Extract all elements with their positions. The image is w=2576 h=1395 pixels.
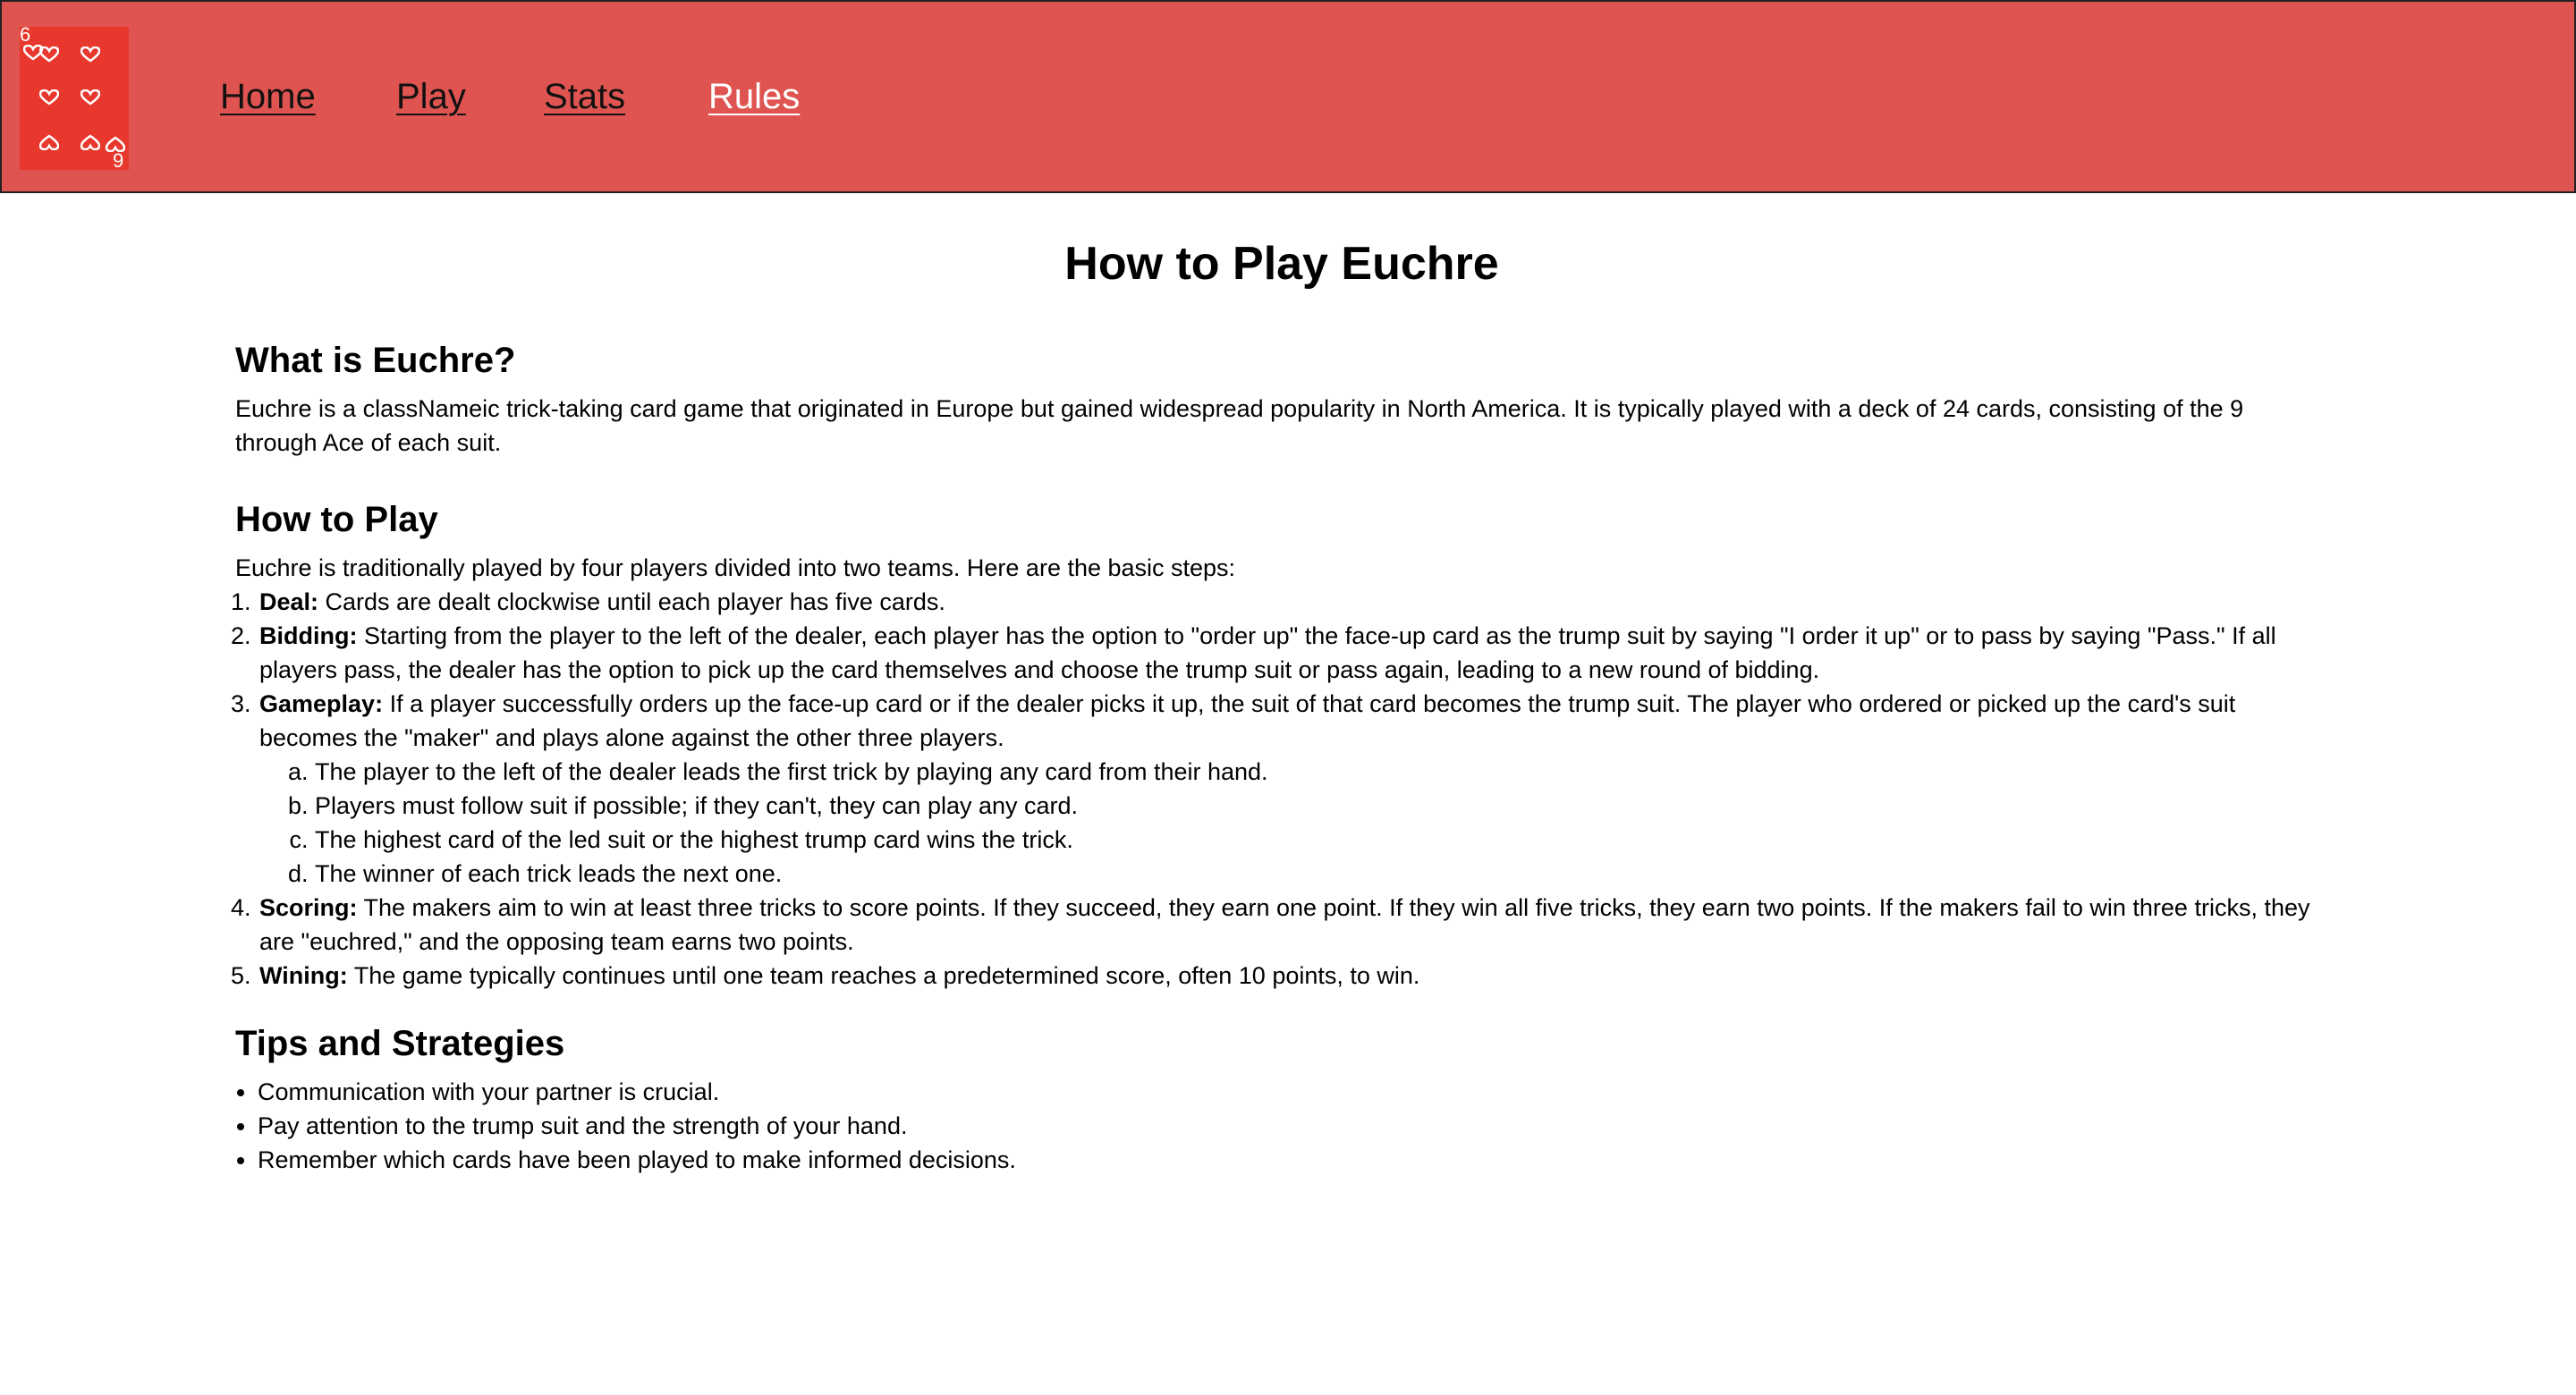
list-item: Gameplay: If a player successfully order… [258, 687, 2328, 891]
list-item: The player to the left of the dealer lea… [315, 755, 2328, 789]
heart-pip-icon [39, 89, 59, 106]
list-item: Deal: Cards are dealt clockwise until ea… [258, 585, 2328, 619]
section-intro-how: Euchre is traditionally played by four p… [235, 554, 1236, 581]
heart-pip-icon [39, 46, 59, 63]
heart-pip-icon [80, 134, 100, 150]
step-term: Gameplay: [259, 690, 384, 717]
step-text: The makers aim to win at least three tri… [259, 894, 2310, 955]
list-item: Remember which cards have been played to… [258, 1143, 2328, 1177]
top-navbar: 6 9 Home Play Stats Rules [0, 0, 2576, 193]
gameplay-substeps-list: The player to the left of the dealer lea… [259, 755, 2328, 891]
step-term: Bidding: [259, 622, 358, 649]
nav-link-home[interactable]: Home [220, 72, 316, 122]
logo-corner-rank-bottom: 9 [113, 149, 124, 172]
section-heading-how: How to Play [235, 500, 438, 539]
list-item: Communication with your partner is cruci… [258, 1075, 2328, 1109]
step-term: Deal: [259, 588, 319, 615]
section-body-what: Euchre is a classNameic trick-taking car… [235, 395, 2244, 456]
step-text: If a player successfully orders up the f… [259, 690, 2236, 751]
step-term: Wining: [259, 962, 348, 989]
list-item: The winner of each trick leads the next … [315, 857, 2328, 891]
heart-pip-icon [39, 134, 59, 150]
page-title: How to Play Euchre [1064, 238, 1499, 290]
step-text: Cards are dealt clockwise until each pla… [318, 588, 945, 615]
tips-list: Communication with your partner is cruci… [235, 1075, 2328, 1177]
card-logo[interactable]: 6 9 [20, 23, 129, 172]
steps-list: Deal: Cards are dealt clockwise until ea… [235, 585, 2328, 993]
nav-link-play[interactable]: Play [396, 72, 466, 122]
section-heading-tips: Tips and Strategies [235, 1024, 565, 1063]
list-item: Players must follow suit if possible; if… [315, 789, 2328, 823]
step-term: Scoring: [259, 894, 358, 921]
list-item: Scoring: The makers aim to win at least … [258, 891, 2328, 959]
step-text: The game typically continues until one t… [347, 962, 1420, 989]
rules-content: How to Play Euchre What is Euchre? Euchr… [235, 224, 2328, 1177]
list-item: Wining: The game typically continues unt… [258, 959, 2328, 993]
heart-pip-icon [80, 46, 100, 63]
section-heading-what: What is Euchre? [235, 341, 516, 380]
list-item: Pay attention to the trump suit and the … [258, 1109, 2328, 1143]
logo-corner-rank-top: 6 [20, 23, 31, 46]
step-text: Starting from the player to the left of … [259, 622, 2276, 683]
nav-link-rules[interactable]: Rules [708, 72, 800, 122]
nav-link-stats[interactable]: Stats [544, 72, 625, 122]
list-item: Bidding: Starting from the player to the… [258, 619, 2328, 687]
list-item: The highest card of the led suit or the … [315, 823, 2328, 857]
heart-pip-icon [80, 89, 100, 106]
